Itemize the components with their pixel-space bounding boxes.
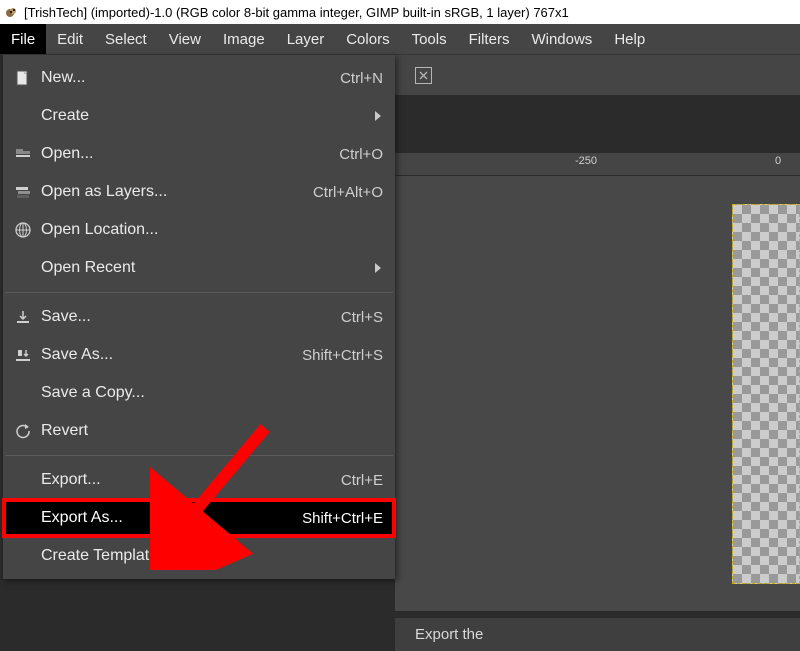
menu-edit[interactable]: Edit bbox=[46, 24, 94, 54]
menu-shortcut: Ctrl+S bbox=[341, 309, 383, 326]
menu-shortcut: Ctrl+Alt+O bbox=[313, 184, 383, 201]
menu-colors[interactable]: Colors bbox=[335, 24, 400, 54]
menu-label: Open... bbox=[37, 145, 339, 163]
main-menu-bar: File Edit Select View Image Layer Colors… bbox=[0, 24, 800, 55]
menu-shortcut: Ctrl+E bbox=[341, 472, 383, 489]
image-canvas[interactable] bbox=[732, 204, 800, 584]
menu-item-export[interactable]: Export... Ctrl+E bbox=[3, 461, 395, 499]
menu-label: New... bbox=[37, 69, 340, 87]
menu-item-save-copy[interactable]: Save a Copy... bbox=[3, 374, 395, 412]
menu-label: Create Template... bbox=[37, 547, 383, 565]
menu-label: Export... bbox=[37, 471, 341, 489]
menu-shortcut: Ctrl+N bbox=[340, 70, 383, 87]
menu-item-open-as-layers[interactable]: Open as Layers... Ctrl+Alt+O bbox=[3, 173, 395, 211]
menu-filters[interactable]: Filters bbox=[458, 24, 521, 54]
menu-item-save-as[interactable]: Save As... Shift+Ctrl+S bbox=[3, 336, 395, 374]
submenu-arrow-icon bbox=[373, 262, 383, 274]
status-text: Export the bbox=[415, 626, 483, 643]
menu-label: Save As... bbox=[37, 346, 302, 364]
menu-label: Open Location... bbox=[37, 221, 383, 239]
menu-separator bbox=[5, 292, 393, 293]
file-dropdown: New... Ctrl+N Create Open... Ctrl+O Open… bbox=[3, 55, 395, 579]
menu-item-open[interactable]: Open... Ctrl+O bbox=[3, 135, 395, 173]
close-tab-icon[interactable] bbox=[415, 67, 432, 84]
ruler-tick: 0 bbox=[775, 155, 781, 167]
menu-shortcut: Shift+Ctrl+S bbox=[302, 347, 383, 364]
menu-tools[interactable]: Tools bbox=[401, 24, 458, 54]
menu-label: Save a Copy... bbox=[37, 384, 383, 402]
menu-item-export-as[interactable]: Export As... Shift+Ctrl+E bbox=[3, 499, 395, 537]
menu-shortcut: Ctrl+O bbox=[339, 146, 383, 163]
menu-item-open-recent[interactable]: Open Recent bbox=[3, 249, 395, 287]
window-title-text: [TrishTech] (imported)-1.0 (RGB color 8-… bbox=[24, 5, 569, 20]
save-as-icon bbox=[9, 346, 37, 364]
globe-icon bbox=[9, 221, 37, 239]
menu-label: Save... bbox=[37, 308, 341, 326]
menu-item-open-location[interactable]: Open Location... bbox=[3, 211, 395, 249]
menu-shortcut: Shift+Ctrl+E bbox=[302, 510, 383, 527]
open-icon bbox=[9, 145, 37, 163]
menu-layer[interactable]: Layer bbox=[276, 24, 336, 54]
save-icon bbox=[9, 308, 37, 326]
gimp-app-icon bbox=[4, 4, 20, 20]
horizontal-ruler: -250 0 bbox=[395, 152, 800, 176]
menu-image[interactable]: Image bbox=[212, 24, 276, 54]
menu-item-save[interactable]: Save... Ctrl+S bbox=[3, 298, 395, 336]
status-bar: Export the bbox=[395, 617, 800, 651]
menu-label: Create bbox=[37, 107, 373, 125]
menu-select[interactable]: Select bbox=[94, 24, 158, 54]
menu-label: Open Recent bbox=[37, 259, 373, 277]
menu-label: Open as Layers... bbox=[37, 183, 313, 201]
layers-icon bbox=[9, 183, 37, 201]
menu-windows[interactable]: Windows bbox=[520, 24, 603, 54]
menu-item-create[interactable]: Create bbox=[3, 97, 395, 135]
menu-label: Export As... bbox=[37, 509, 302, 527]
menu-item-revert[interactable]: Revert bbox=[3, 412, 395, 450]
revert-icon bbox=[9, 422, 37, 440]
menu-view[interactable]: View bbox=[158, 24, 212, 54]
menu-item-create-template[interactable]: Create Template... bbox=[3, 537, 395, 575]
submenu-arrow-icon bbox=[373, 110, 383, 122]
new-file-icon bbox=[9, 69, 37, 87]
menu-file[interactable]: File bbox=[0, 24, 46, 54]
menu-help[interactable]: Help bbox=[603, 24, 656, 54]
menu-label: Revert bbox=[37, 422, 383, 440]
document-tab-strip bbox=[395, 55, 800, 95]
menu-separator bbox=[5, 455, 393, 456]
ruler-tick: -250 bbox=[575, 155, 597, 167]
canvas-background bbox=[395, 176, 800, 611]
window-title-bar: [TrishTech] (imported)-1.0 (RGB color 8-… bbox=[0, 0, 800, 24]
menu-item-new[interactable]: New... Ctrl+N bbox=[3, 59, 395, 97]
